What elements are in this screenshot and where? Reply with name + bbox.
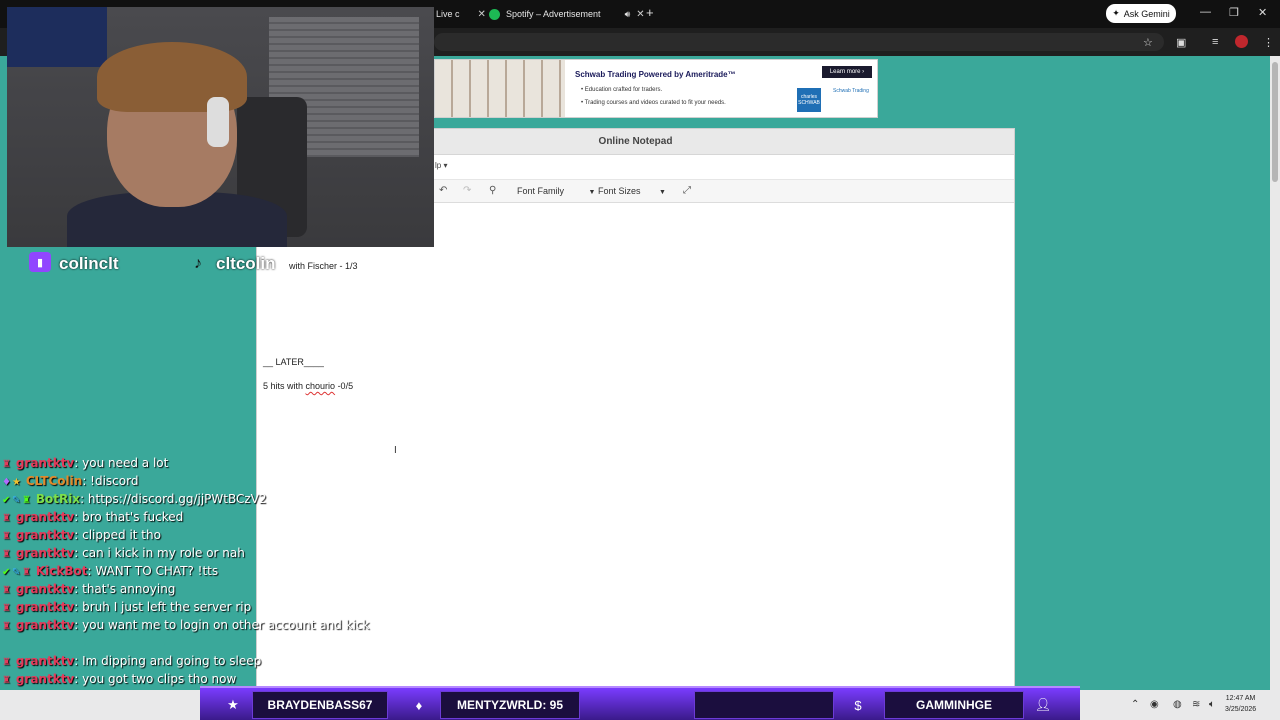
latest-donation — [694, 691, 834, 719]
chat-message: ♜ grantktv: clipped it tho — [2, 528, 161, 542]
ask-gemini-label: Ask Gemini — [1123, 8, 1170, 19]
taskbar-clock[interactable]: 12:47 AM 3/25/2026 — [1225, 693, 1256, 715]
user-icon: 👤︎ — [1034, 697, 1052, 712]
tiktok-icon: ♪ — [194, 255, 202, 272]
font-family-select[interactable]: Font Family ▼ — [517, 186, 595, 196]
schwab-trading-logo: Schwab Trading — [833, 88, 869, 94]
webcam-headset — [207, 97, 229, 147]
tab-spotify[interactable]: Spotify – Advertisement 🔊︎ ✕ — [489, 5, 645, 23]
chat-message: ♜ grantktv: can i kick in my role or nah — [2, 546, 245, 560]
ad-line-2: • Trading courses and videos curated to … — [581, 100, 726, 106]
close-icon[interactable]: ✕ — [478, 9, 486, 20]
ad-learn-more-button[interactable]: Learn more › — [822, 66, 872, 78]
chat-message: ♜ grantktv: Im dipping and going to slee… — [2, 654, 262, 668]
tab-live[interactable]: Live c ✕ — [436, 5, 486, 23]
font-sizes-label: Font Sizes — [598, 186, 641, 196]
sparkle-icon: ✦ — [1112, 8, 1120, 18]
notepad-line-1: with Fischer - 1/3 — [289, 261, 358, 271]
scrollbar-thumb[interactable] — [1272, 62, 1278, 182]
extensions-icon[interactable]: ≡ — [1212, 36, 1218, 48]
stream-alert-bar: ★ BRAYDENBASS67 ♦ MENTYZWRLD: 95 $ GAMMI… — [200, 686, 1080, 720]
schwab-logo: charles SCHWAB — [797, 88, 821, 112]
fullscreen-icon[interactable]: ⤢ — [683, 185, 691, 196]
spotify-icon — [489, 8, 500, 20]
help-menu[interactable]: lp ▾ — [435, 161, 447, 170]
clock-time: 12:47 AM — [1225, 695, 1256, 702]
star-icon: ★ — [227, 697, 239, 712]
chat-message: ✔ ✎ ♜ BotRix: https://discord.gg/jjPWtBCzV… — [2, 492, 267, 506]
twitch-username: colinclt — [59, 254, 119, 273]
dollar-icon: $ — [854, 697, 862, 713]
bookmark-star-icon[interactable]: ☆ — [1143, 36, 1153, 49]
chat-message: ♦★ CLTColin: !discord — [2, 474, 139, 488]
webcam-feed — [7, 7, 434, 247]
menu-kebab-icon[interactable]: ⋮ — [1263, 36, 1274, 49]
webcam-poster — [7, 7, 107, 67]
new-tab-button[interactable]: + — [646, 5, 654, 20]
latest-host: GAMMINHGE — [884, 691, 1024, 719]
app-tray-icon[interactable]: ◉ — [1150, 699, 1159, 710]
font-sizes-select[interactable]: Font Sizes ▼ — [598, 186, 666, 196]
font-family-label: Font Family — [517, 186, 565, 196]
tab-label: Spotify – Advertisement — [506, 9, 601, 19]
ask-gemini-button[interactable]: ✦ Ask Gemini — [1106, 4, 1176, 23]
chat-message: ♜ grantktv: you want me to login on othe… — [2, 618, 370, 632]
chat-message: ♜ grantktv: you got two clips tho now — [2, 672, 237, 686]
chat-message: ♜ grantktv: bruh I just left the server … — [2, 600, 252, 614]
page-scrollbar[interactable] — [1270, 56, 1280, 690]
tab-label: Live c — [436, 9, 460, 19]
redo-icon[interactable]: ↷ — [463, 185, 471, 196]
address-bar[interactable] — [434, 33, 1164, 51]
wifi-icon[interactable]: ≋ — [1192, 699, 1200, 710]
clock-date: 3/25/2026 — [1225, 706, 1257, 713]
chat-message: ♜ grantktv: bro that's fucked — [2, 510, 184, 524]
chat-message: ♜ grantktv: that's annoying — [2, 582, 176, 596]
speaker-icon[interactable]: 🔊︎ — [625, 9, 631, 20]
chevron-up-icon[interactable]: ⌃ — [1131, 699, 1139, 710]
minimize-icon[interactable]: — — [1200, 6, 1211, 18]
ad-title: Schwab Trading Powered by Ameritrade™ — [575, 70, 736, 79]
latest-sub: MENTYZWRLD: 95 — [440, 691, 580, 719]
cast-icon[interactable]: ▣ — [1176, 36, 1186, 49]
notepad-line-2: __ LATER____ — [263, 357, 324, 367]
close-window-icon[interactable]: ✕ — [1258, 6, 1267, 19]
chat-message: ♜ grantktv: you need a lot — [2, 456, 169, 470]
undo-icon[interactable]: ↶ — [439, 185, 447, 196]
ad-bookshelf-image — [435, 60, 565, 117]
notepad-line-3: 5 hits with chourio -0/5 — [263, 381, 354, 391]
ad-line-1: • Education crafted for traders. — [581, 87, 663, 93]
restore-icon[interactable]: ❐ — [1229, 6, 1239, 19]
chat-message: ✔ ✎ ♜ KickBot: WANT TO CHAT? !tts — [2, 564, 219, 578]
tiktok-username: cltcolin — [216, 254, 276, 273]
find-replace-icon[interactable]: ⚲ — [489, 185, 496, 196]
profile-avatar[interactable] — [1235, 35, 1248, 48]
close-icon[interactable]: ✕ — [636, 9, 644, 20]
diamond-icon: ♦ — [415, 697, 423, 713]
latest-follower: BRAYDENBASS67 — [252, 691, 388, 719]
spellcheck-word: chourio — [305, 381, 336, 391]
volume-icon[interactable]: 🔈︎ — [1209, 699, 1215, 710]
globe-icon[interactable]: ◍ — [1173, 699, 1182, 710]
schwab-ad-banner[interactable]: Schwab Trading Powered by Ameritrade™ • … — [434, 59, 878, 118]
text-cursor-icon: I — [394, 445, 397, 456]
twitch-icon: ▮ — [29, 252, 51, 272]
